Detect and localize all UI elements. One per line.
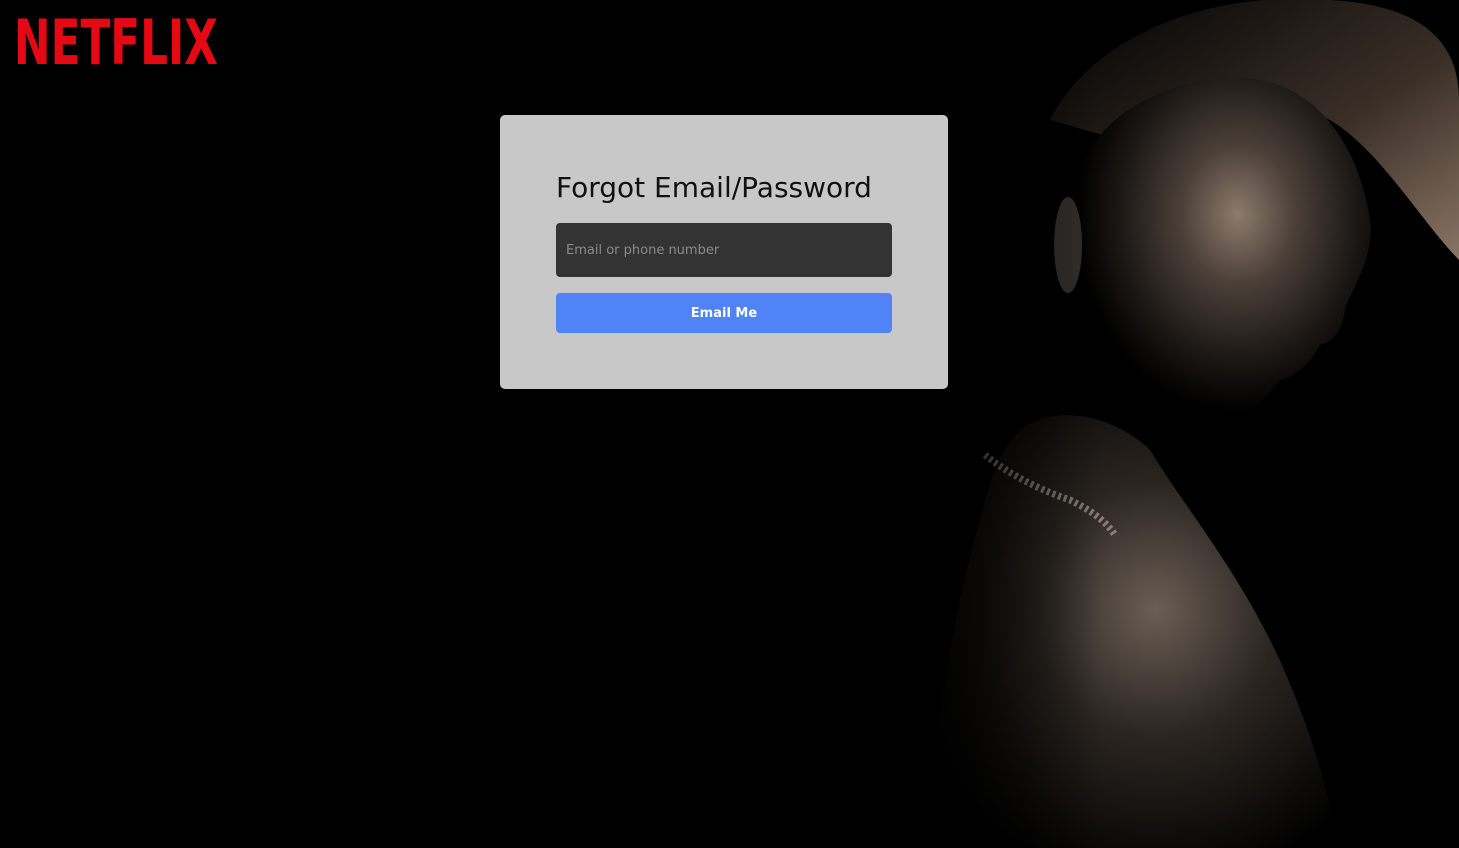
email-or-phone-input[interactable] xyxy=(556,223,892,277)
forgot-password-title: Forgot Email/Password xyxy=(556,171,872,204)
netflix-logo[interactable]: NETFLIX xyxy=(14,6,218,70)
forgot-password-card: Forgot Email/Password Email Me xyxy=(500,115,948,389)
forgot-password-page: NETFLIX Forgot Email/Password Email Me xyxy=(0,0,1459,848)
email-me-button[interactable]: Email Me xyxy=(556,293,892,333)
netflix-logo-text: NETFLIX xyxy=(14,6,218,70)
